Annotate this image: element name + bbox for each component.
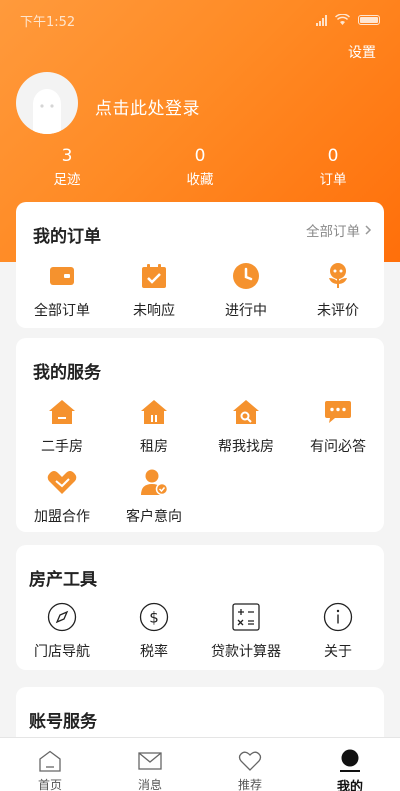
bottom-tab-bar: 首页 消息 推荐 我的 [0, 737, 400, 791]
service-item-label: 帮我找房 [218, 439, 274, 455]
tool-item-store-nav[interactable]: 门店导航 [16, 602, 108, 661]
tools-title: 房产工具 [29, 570, 97, 590]
battery-icon [358, 15, 380, 25]
tool-item-label: 关于 [324, 644, 352, 660]
service-item-rent[interactable]: 租房 [108, 398, 200, 456]
stat-value: 0 [327, 146, 339, 166]
heart-icon [238, 751, 262, 771]
avatar[interactable] [16, 72, 78, 134]
service-item-label: 客户意向 [126, 509, 182, 525]
service-item-label: 二手房 [41, 439, 83, 455]
stat-label: 收藏 [186, 172, 214, 188]
home-icon [39, 750, 61, 772]
tool-item-label: 贷款计算器 [211, 644, 281, 660]
wallet-icon [50, 267, 74, 285]
order-item-unreviewed[interactable]: 未评价 [292, 262, 384, 320]
tool-item-tax-rate[interactable]: $ 税率 [108, 602, 200, 661]
rent-house-icon [141, 400, 167, 424]
tab-label: 我的 [336, 780, 363, 791]
service-item-label: 有问必答 [310, 439, 366, 455]
order-item-unresponded[interactable]: 未响应 [108, 262, 200, 320]
customer-icon [141, 469, 169, 496]
account-title: 账号服务 [29, 712, 97, 732]
stat-orders[interactable]: 0 订单 [293, 146, 373, 188]
dollar-icon: $ [139, 602, 169, 632]
chevron-right-icon [365, 225, 372, 235]
order-item-in-progress[interactable]: 进行中 [200, 262, 292, 320]
handshake-icon [47, 471, 77, 494]
tab-messages[interactable]: 消息 [100, 738, 200, 791]
tool-item-label: 税率 [140, 644, 168, 660]
calculator-icon [232, 603, 260, 631]
wifi-icon [335, 14, 350, 25]
chat-icon [325, 401, 351, 423]
order-item-label: 未评价 [317, 303, 359, 319]
tools-card: 房产工具 门店导航 $ 税率 贷款计算器 关于 [16, 545, 384, 670]
order-item-label: 全部订单 [34, 303, 90, 319]
tab-label: 首页 [37, 778, 62, 791]
service-item-customer-intent[interactable]: 客户意向 [108, 468, 200, 526]
service-item-franchise[interactable]: 加盟合作 [16, 468, 108, 526]
tab-home[interactable]: 首页 [0, 738, 100, 791]
svg-text:$: $ [149, 609, 159, 627]
stat-label: 足迹 [53, 172, 81, 188]
tab-recommend[interactable]: 推荐 [200, 738, 300, 791]
order-item-label: 未响应 [133, 303, 175, 319]
stat-footprint[interactable]: 3 足迹 [27, 146, 107, 188]
stat-value: 3 [61, 146, 73, 166]
mail-icon [138, 752, 162, 770]
all-orders-link[interactable]: 全部订单 [306, 220, 372, 240]
service-item-qa[interactable]: 有问必答 [292, 398, 384, 456]
order-item-all[interactable]: 全部订单 [16, 262, 108, 320]
house-icon [49, 400, 75, 424]
order-item-label: 进行中 [225, 303, 267, 319]
house-search-icon [233, 400, 259, 424]
services-title: 我的服务 [33, 363, 101, 383]
ghost-avatar-icon [33, 89, 61, 134]
clock-icon [233, 263, 259, 289]
orders-card: 我的订单 全部订单 全部订单 未响应 进行中 未评价 [16, 202, 384, 328]
tool-item-label: 门店导航 [34, 644, 90, 660]
compass-icon [47, 602, 77, 632]
tab-label: 推荐 [237, 778, 262, 791]
services-card: 我的服务 二手房 租房 帮我找房 有问必答 加盟合作 客户意向 [16, 338, 384, 532]
orders-title: 我的订单 [33, 227, 101, 247]
tab-label: 消息 [137, 778, 162, 791]
stat-label: 订单 [319, 172, 347, 188]
login-prompt[interactable]: 点击此处登录 [95, 94, 200, 119]
profile-icon [340, 749, 360, 772]
signal-icon [316, 14, 327, 26]
settings-button[interactable]: 设置 [348, 42, 376, 62]
stat-favorites[interactable]: 0 收藏 [160, 146, 240, 188]
stat-value: 0 [194, 146, 206, 166]
tool-item-about[interactable]: 关于 [292, 602, 384, 661]
flower-icon [329, 263, 347, 288]
service-item-label: 加盟合作 [34, 509, 90, 525]
all-orders-link-label: 全部订单 [306, 224, 360, 240]
service-item-second-hand[interactable]: 二手房 [16, 398, 108, 456]
calendar-check-icon [142, 264, 166, 288]
status-icons [316, 14, 380, 26]
status-bar: 下午1:52 [0, 0, 400, 40]
service-item-find-house[interactable]: 帮我找房 [200, 398, 292, 456]
tool-item-loan-calculator[interactable]: 贷款计算器 [200, 603, 292, 661]
tab-profile[interactable]: 我的 [300, 738, 400, 791]
status-time: 下午1:52 [20, 14, 76, 30]
info-icon [323, 602, 353, 632]
service-item-label: 租房 [140, 439, 168, 455]
